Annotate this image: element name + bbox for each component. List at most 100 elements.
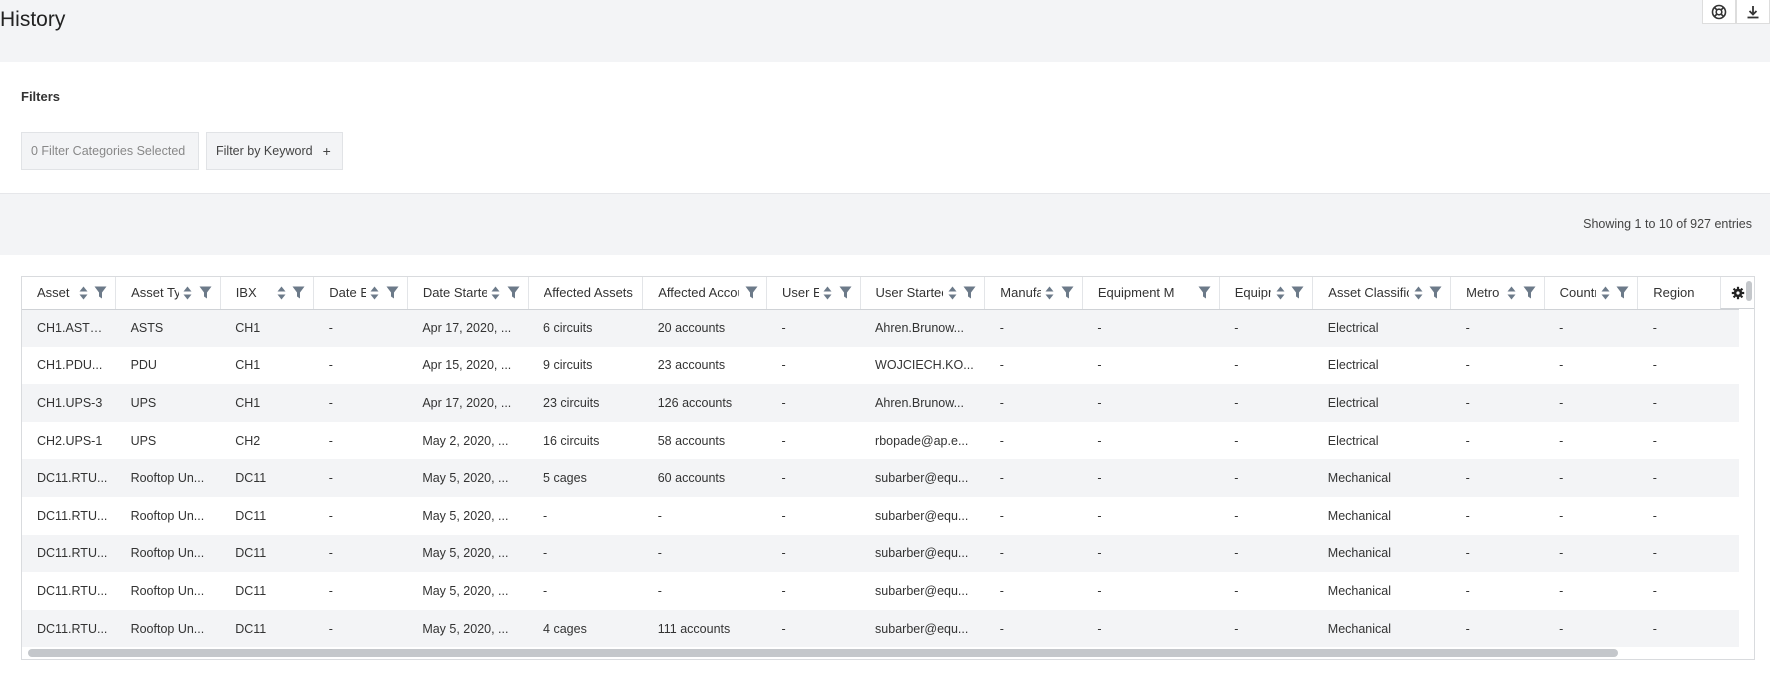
table-cell: - (781, 508, 786, 523)
filter-icon[interactable] (1198, 286, 1211, 299)
table-row[interactable]: CH1.ASTS... ASTS CH1- Apr 17, 2020, ... 6 ci… (22, 309, 1739, 347)
filter-by-keyword-button[interactable]: Filter by Keyword + (206, 132, 343, 170)
column-header[interactable]: Asset (22, 277, 117, 310)
table-cell: - (1652, 508, 1657, 523)
column-header[interactable]: IBX (220, 277, 315, 310)
column-header[interactable]: Date E (313, 277, 408, 310)
filter-icon[interactable] (1616, 286, 1629, 299)
table-cell: Ahren.Brunow... (860, 384, 985, 422)
horizontal-scrollbar-thumb[interactable] (28, 649, 1618, 657)
filter-icon[interactable] (94, 286, 107, 299)
lifebuoy-icon[interactable] (1702, 0, 1736, 24)
sort-icon[interactable] (1413, 286, 1423, 300)
vertical-scrollbar[interactable] (1746, 281, 1752, 301)
sort-icon[interactable] (1045, 286, 1055, 300)
table-cell: - (1234, 358, 1239, 373)
column-header[interactable]: Metro (1450, 277, 1545, 310)
filter-icon[interactable] (1061, 286, 1074, 299)
table-cell: - (328, 583, 333, 598)
table-cell: - (1637, 384, 1739, 422)
table-cell: subarber@equ... (860, 609, 985, 648)
filter-icon[interactable] (745, 286, 758, 299)
download-icon[interactable] (1736, 0, 1770, 24)
table-cell: - (313, 384, 408, 422)
table-cell: UPS (130, 433, 157, 448)
column-header[interactable]: Equipr (1219, 277, 1314, 310)
horizontal-scrollbar[interactable] (28, 649, 1740, 657)
table-cell: - (1544, 309, 1638, 347)
table-row[interactable]: DC11.RTU... Rooftop Un... DC11- May 5, 2020… (22, 534, 1739, 573)
plus-icon: + (322, 143, 331, 159)
table-cell: - (328, 358, 333, 373)
filter-icon[interactable] (1523, 286, 1536, 299)
column-header[interactable]: Affected Accou (642, 277, 767, 310)
table-cell: subarber@equ... (875, 583, 969, 598)
sort-icon[interactable] (947, 286, 957, 300)
table-row[interactable]: DC11.RTU... Rooftop Un... DC11- May 5, 2020… (22, 572, 1739, 610)
column-header[interactable]: User Startec (860, 277, 986, 310)
table-cell: - (1082, 609, 1220, 648)
filter-by-keyword-label: Filter by Keyword (216, 144, 313, 158)
filter-icon[interactable] (1429, 286, 1442, 299)
table-cell: 9 circuits (543, 358, 593, 373)
table-cell: DC11 (220, 534, 314, 573)
table-cell: DC11 (235, 508, 267, 523)
filter-icon[interactable] (963, 286, 976, 299)
table-cell: - (1637, 534, 1739, 573)
sort-icon[interactable] (1600, 286, 1610, 300)
sort-icon[interactable] (276, 286, 286, 300)
column-header[interactable]: Asset Ty (115, 277, 221, 310)
table-cell: 23 circuits (528, 384, 643, 422)
column-header[interactable]: User Er (766, 277, 861, 310)
table-row[interactable]: DC11.RTU... Rooftop Un... DC11- May 5, 2020… (22, 497, 1739, 535)
column-header[interactable]: Countr (1544, 277, 1639, 310)
filter-icon[interactable] (839, 286, 852, 299)
table-cell: - (984, 384, 1083, 422)
table-row[interactable]: DC11.RTU... Rooftop Un... DC11- May 5, 2020… (22, 609, 1739, 648)
table-cell: PDU (130, 358, 157, 373)
column-header[interactable]: Manufa (984, 277, 1083, 310)
table-cell: 4 cages (528, 609, 643, 648)
filter-categories-button[interactable]: 0 Filter Categories Selected (21, 132, 199, 170)
filter-icon[interactable] (1291, 286, 1304, 299)
table-cell: WOJCIECH.KO... (875, 358, 974, 373)
sort-icon[interactable] (183, 286, 193, 300)
table-cell: - (1637, 459, 1739, 497)
table-cell: - (1559, 433, 1564, 448)
table-cell: - (1652, 433, 1657, 448)
sort-icon[interactable] (491, 286, 501, 300)
table-cell: - (1637, 609, 1739, 648)
sort-icon[interactable] (370, 286, 380, 300)
table-cell: CH1 (220, 384, 314, 422)
table-row[interactable]: DC11.RTU... Rooftop Un... DC11- May 5, 2020… (22, 459, 1739, 497)
table-cell: - (313, 609, 408, 648)
column-header[interactable]: Equipment M (1082, 277, 1220, 310)
sort-icon[interactable] (823, 286, 833, 300)
table-row[interactable]: CH1.PDU... PDU CH1 - Apr 15, 2020, ... 9 circ… (22, 347, 1739, 385)
table-cell: - (766, 459, 861, 497)
table-cell: 16 circuits (543, 433, 600, 448)
column-header[interactable]: Date Starte (407, 277, 529, 310)
sort-icon[interactable] (78, 286, 88, 300)
column-header[interactable]: Asset Classific (1312, 277, 1452, 310)
table-cell: - (984, 309, 1083, 347)
filter-icon[interactable] (199, 286, 212, 299)
table-cell: 111 accounts (642, 609, 767, 648)
table-cell: May 5, 2020, ... (422, 583, 509, 598)
sort-icon[interactable] (1275, 286, 1285, 300)
table-cell: DC11 (220, 609, 314, 648)
table-cell: 60 accounts (642, 459, 767, 497)
filter-icon[interactable] (507, 286, 520, 299)
table-cell: - (1097, 508, 1102, 523)
sort-icon[interactable] (1507, 286, 1517, 300)
table-row[interactable]: CH1.UPS-3 UPS CH1- Apr 17, 2020, ... 23 circ… (22, 384, 1739, 422)
table-cell: CH2.UPS-1 (37, 433, 103, 448)
table-cell: - (1219, 459, 1313, 497)
column-header[interactable]: Affected Assets (528, 277, 644, 310)
table-cell: - (1450, 459, 1545, 497)
table-cell: - (984, 609, 1083, 648)
filter-icon[interactable] (386, 286, 399, 299)
column-header-label: Affected Assets (543, 285, 633, 301)
filter-icon[interactable] (292, 286, 305, 299)
table-row[interactable]: CH2.UPS-1 UPS CH2 - May 2, 2020, ... 16 circu… (22, 422, 1739, 460)
